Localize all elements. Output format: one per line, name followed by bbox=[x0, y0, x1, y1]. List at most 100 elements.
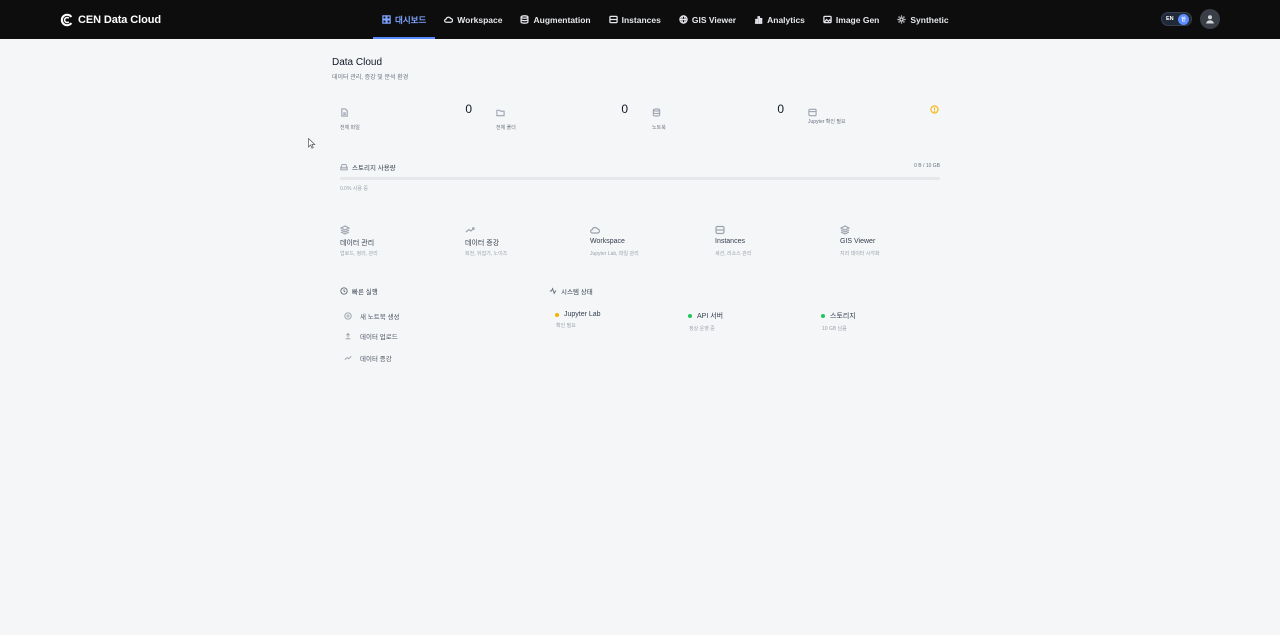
image-icon bbox=[823, 15, 832, 24]
quick-label: 데이터 증강 bbox=[360, 356, 392, 363]
feature-desc: Jupyter Lab, 파일 관리 bbox=[590, 251, 639, 257]
quick-label: 새 노트북 생성 bbox=[360, 314, 400, 321]
storage-percent: 0.0% 사용 중 bbox=[340, 186, 368, 192]
nav-workspace[interactable]: Workspace bbox=[435, 0, 511, 39]
page-subtitle: 데이터 관리, 증강 및 분석 환경 bbox=[332, 75, 409, 81]
system-status-text: 확인 필요 bbox=[556, 323, 576, 329]
brand-name: CEN Data Cloud bbox=[78, 14, 161, 26]
cen-logo-icon bbox=[60, 13, 73, 27]
globe-icon bbox=[679, 15, 688, 24]
database-icon bbox=[520, 15, 530, 24]
nav-dashboard[interactable]: 대시보드 bbox=[373, 0, 436, 39]
feature-name: Instances bbox=[715, 238, 745, 245]
feature-name: 데이터 증강 bbox=[465, 240, 500, 247]
main-content: Data Cloud 데이터 관리, 증강 및 분석 환경 0 전체 파일 0 … bbox=[0, 39, 1280, 635]
status-dot bbox=[555, 312, 559, 317]
brand-logo[interactable]: CEN Data Cloud bbox=[60, 11, 161, 29]
nav-image-gen[interactable]: Image Gen bbox=[814, 0, 888, 39]
stat-card-notebooks: 0 노트북 bbox=[644, 99, 784, 139]
nav-label: 대시보드 bbox=[395, 14, 427, 25]
language-toggle[interactable]: EN 한 bbox=[1161, 12, 1192, 26]
system-item-storage: 스토리지 10 GB 남음 bbox=[821, 311, 941, 335]
nav-analytics[interactable]: Analytics bbox=[745, 0, 814, 39]
plus-circle-icon bbox=[344, 312, 352, 320]
stat-value: 0 bbox=[465, 102, 472, 116]
server-icon bbox=[608, 15, 618, 24]
quick-data-augmentation[interactable]: 데이터 증강 bbox=[344, 351, 494, 365]
feature-desc: 지리 데이터 시각화 bbox=[840, 251, 880, 257]
system-status-text: 정상 운영 중 bbox=[689, 326, 715, 332]
nav-label: Augmentation bbox=[533, 14, 591, 25]
trend-icon bbox=[344, 356, 352, 360]
nav-synthetic[interactable]: Synthetic bbox=[888, 0, 957, 39]
feature-desc: 업로드, 정리, 관리 bbox=[340, 251, 378, 257]
system-name: API 서버 bbox=[697, 313, 724, 320]
nav-label: Synthetic bbox=[910, 14, 949, 25]
nav-instances[interactable]: Instances bbox=[600, 0, 670, 39]
bar-chart-icon bbox=[755, 16, 763, 24]
stat-value: 0 bbox=[777, 102, 784, 116]
user-icon bbox=[1206, 15, 1214, 24]
quick-actions-title: 빠른 실행 bbox=[340, 286, 378, 296]
jupyter-icon bbox=[808, 104, 817, 117]
nav-augmentation[interactable]: Augmentation bbox=[511, 0, 599, 39]
stat-label: 전체 파일 bbox=[340, 125, 360, 131]
mouse-cursor-icon bbox=[308, 138, 316, 149]
stat-card-folders: 0 전체 폴더 bbox=[488, 99, 628, 139]
feature-instances[interactable]: Instances 세션, 리소스 관리 bbox=[707, 219, 827, 259]
feature-data-augmentation[interactable]: 데이터 증강 회전, 뒤집기, 노이즈 bbox=[457, 219, 577, 259]
storage-usage-card: 스토리지 사용량 0 B / 10 GB 0.0% 사용 중 bbox=[332, 155, 942, 200]
stat-value: 0 bbox=[621, 102, 628, 116]
system-status-title: 시스템 상태 bbox=[549, 286, 593, 296]
stat-label: 노트북 bbox=[652, 125, 666, 131]
notebook-icon bbox=[652, 104, 661, 117]
nav-label: Instances bbox=[621, 14, 661, 25]
storage-progress-bar bbox=[340, 177, 940, 180]
sparkle-icon bbox=[897, 15, 906, 24]
system-status-text: 10 GB 남음 bbox=[822, 326, 847, 332]
dashboard-icon bbox=[382, 15, 391, 24]
hard-drive-icon bbox=[340, 164, 348, 171]
toggle-knob: 한 bbox=[1178, 13, 1189, 25]
page-title: Data Cloud bbox=[332, 57, 383, 68]
file-icon bbox=[340, 104, 349, 117]
nav-label: GIS Viewer bbox=[691, 14, 737, 25]
status-dot bbox=[821, 314, 825, 318]
feature-workspace[interactable]: Workspace Jupyter Lab, 파일 관리 bbox=[582, 219, 702, 259]
stat-label: Jupyter 확인 필요 bbox=[808, 119, 846, 125]
system-item-jupyter: Jupyter Lab 확인 필요 bbox=[555, 311, 675, 335]
system-item-api: API 서버 정상 운영 중 bbox=[688, 311, 808, 335]
system-name: Jupyter Lab bbox=[564, 311, 601, 318]
system-name: 스토리지 bbox=[830, 313, 856, 320]
system-title-text: 시스템 상태 bbox=[561, 289, 593, 296]
nav-label: Analytics bbox=[767, 14, 805, 25]
feature-desc: 회전, 뒤집기, 노이즈 bbox=[465, 251, 508, 257]
nav-gis-viewer[interactable]: GIS Viewer bbox=[670, 0, 745, 39]
warning-clock-icon bbox=[930, 101, 939, 114]
top-navbar: CEN Data Cloud 대시보드 Workspace Augmentati… bbox=[0, 0, 1280, 39]
storage-used: 0 B / 10 GB bbox=[914, 163, 940, 169]
quick-new-notebook[interactable]: 새 노트북 생성 bbox=[344, 309, 494, 323]
storage-title-text: 스토리지 사용량 bbox=[352, 165, 396, 172]
activity-icon bbox=[549, 287, 557, 295]
lang-label: EN bbox=[1166, 16, 1174, 22]
upload-icon bbox=[345, 332, 351, 340]
feature-desc: 세션, 리소스 관리 bbox=[715, 251, 752, 257]
nav-label: Image Gen bbox=[835, 14, 880, 25]
status-dot bbox=[688, 314, 692, 318]
user-avatar[interactable] bbox=[1200, 9, 1220, 29]
stat-card-jupyter: Jupyter 확인 필요 bbox=[800, 99, 940, 139]
feature-data-management[interactable]: 데이터 관리 업로드, 정리, 관리 bbox=[332, 219, 452, 259]
feature-name: GIS Viewer bbox=[840, 238, 876, 245]
feature-name: Workspace bbox=[590, 238, 625, 245]
quick-label: 데이터 업로드 bbox=[360, 334, 398, 341]
stat-card-files: 0 전체 파일 bbox=[332, 99, 472, 139]
folder-icon bbox=[496, 104, 505, 117]
main-nav: 대시보드 Workspace Augmentation Instances GI… bbox=[373, 0, 958, 39]
storage-title: 스토리지 사용량 bbox=[340, 162, 396, 172]
quick-title-text: 빠른 실행 bbox=[352, 289, 378, 296]
nav-label: Workspace bbox=[457, 14, 503, 25]
clock-icon bbox=[340, 287, 348, 295]
feature-gis-viewer[interactable]: GIS Viewer 지리 데이터 시각화 bbox=[832, 219, 952, 259]
quick-data-upload[interactable]: 데이터 업로드 bbox=[344, 329, 494, 343]
